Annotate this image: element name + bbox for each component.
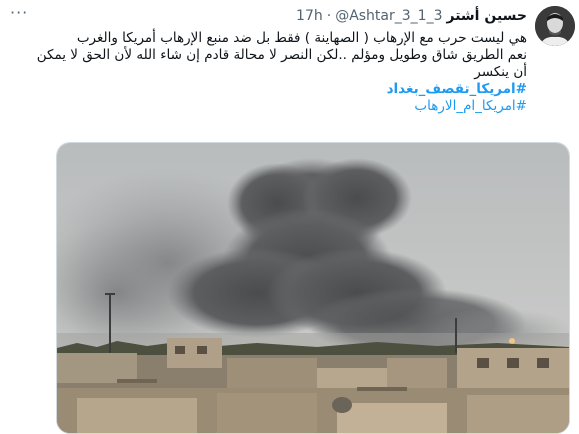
author-handle[interactable]: @Ashtar_3_1_3	[335, 8, 442, 24]
separator: ·	[326, 8, 332, 24]
timestamp[interactable]: 17h	[296, 8, 323, 24]
tweet-header: حسين أشتر @Ashtar_3_1_3 · 17h	[296, 6, 527, 26]
hashtag-link-1[interactable]: #امريكا_تقصف_بغداد	[387, 81, 527, 97]
avatar[interactable]	[535, 6, 575, 46]
tweet-line-1: هي ليست حرب مع الإرهاب ( الصهاينة ) فقط …	[76, 30, 527, 46]
tweet-line-3: أن ينكسر	[474, 64, 527, 80]
tweet-line-2: نعم الطريق شاق وطويل ومؤلم ..لكن النصر ل…	[36, 47, 527, 63]
tweet-text: هي ليست حرب مع الإرهاب ( الصهاينة ) فقط …	[17, 30, 527, 115]
tweet[interactable]: ··· حسين أشتر @Ashtar_3_1_3 · 17h هي ليس…	[0, 0, 579, 434]
more-options-icon[interactable]: ···	[10, 5, 34, 22]
smoke-cloud-photo	[57, 143, 569, 433]
tweet-photo[interactable]	[56, 142, 570, 434]
author-name[interactable]: حسين أشتر	[446, 8, 527, 24]
hashtag-link-2[interactable]: #امريكا_ام_الارهاب	[414, 98, 527, 114]
